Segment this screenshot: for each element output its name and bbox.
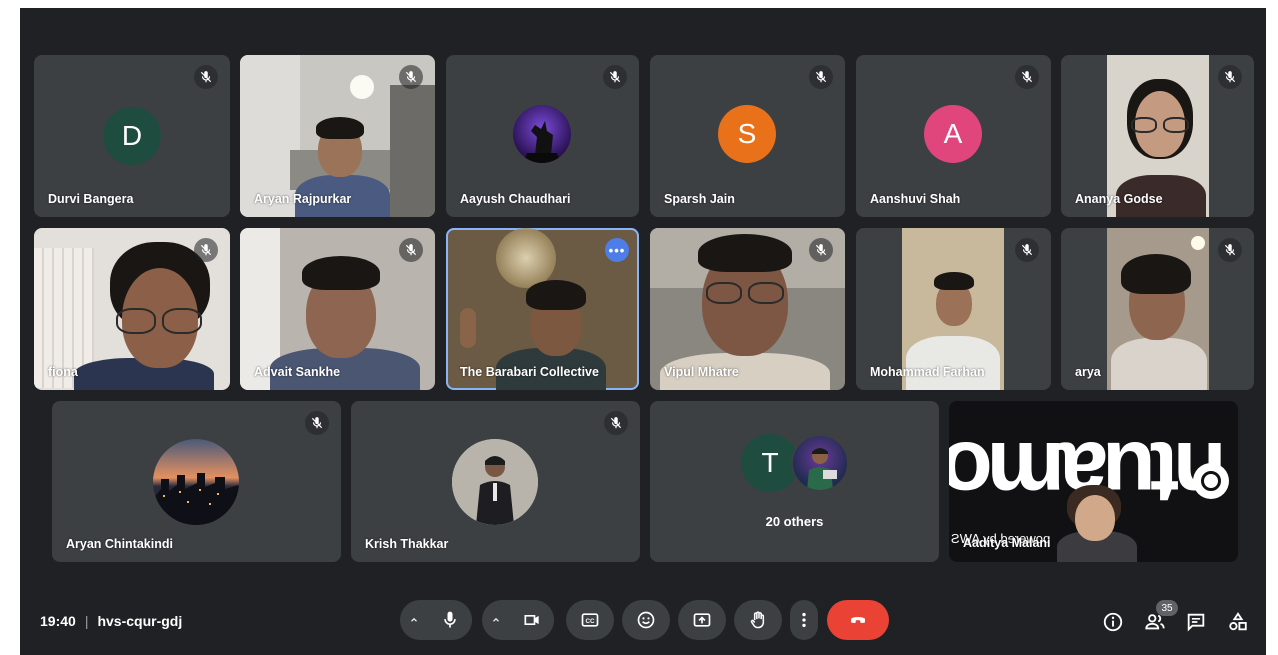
emoji-button[interactable] xyxy=(622,600,670,640)
mic-off-icon xyxy=(809,65,833,89)
mic-off-icon xyxy=(809,238,833,262)
participant-name: Vipul Mhatre xyxy=(664,365,739,379)
end-call-icon xyxy=(851,617,865,623)
more-options-icon xyxy=(802,612,806,628)
chat-icon xyxy=(1187,613,1205,632)
participant-name: Aayush Chaudhari xyxy=(460,192,571,206)
mic-off-icon xyxy=(603,65,627,89)
activities-button[interactable] xyxy=(1226,610,1250,634)
wolf-icon xyxy=(523,121,561,163)
participant-name: Mohammad Farhan xyxy=(870,365,985,379)
end-call-button[interactable] xyxy=(827,600,889,640)
mic-off-icon xyxy=(1015,238,1039,262)
others-tile[interactable]: T 20 others xyxy=(650,401,939,562)
participant-name: Sparsh Jain xyxy=(664,192,735,206)
camera-button[interactable] xyxy=(510,600,554,640)
participant-name: arya xyxy=(1075,365,1101,379)
activities-icon xyxy=(1229,612,1247,631)
participant-tile[interactable]: D Durvi Bangera xyxy=(34,55,230,217)
city-skyline-icon xyxy=(153,473,239,525)
captions-button[interactable]: CC xyxy=(566,600,614,640)
participant-tile[interactable]: arya xyxy=(1061,228,1254,390)
avatar xyxy=(513,105,571,163)
chevron-up-icon[interactable] xyxy=(400,615,428,625)
people-button[interactable] xyxy=(1143,610,1167,634)
avatar xyxy=(452,439,538,525)
mic-control xyxy=(400,600,472,640)
microphone-icon xyxy=(444,611,456,628)
avatar: D xyxy=(103,107,161,165)
more-options-icon[interactable]: ••• xyxy=(605,238,629,262)
people-icon xyxy=(1145,614,1165,630)
mic-off-icon xyxy=(1218,65,1242,89)
participant-name: The Barabari Collective xyxy=(460,365,599,379)
participant-tile-active-speaker[interactable]: ••• The Barabari Collective xyxy=(446,228,639,390)
participant-name: Ananya Godse xyxy=(1075,192,1163,206)
svg-text:CC: CC xyxy=(585,618,595,625)
meet-window: D Durvi Bangera Aryan Rajpurkar Aayush C… xyxy=(20,8,1266,655)
meeting-code[interactable]: hvs-cqur-gdj xyxy=(97,613,182,629)
participant-name: Aaditya Malani xyxy=(963,536,1051,550)
participant-name: Aryan Chintakindi xyxy=(66,537,173,551)
meeting-time: 19:40 xyxy=(40,613,76,629)
mic-off-icon xyxy=(399,65,423,89)
participant-name: Aanshuvi Shah xyxy=(870,192,961,206)
meeting-info: 19:40 | hvs-cqur-gdj xyxy=(40,613,182,629)
participant-tile[interactable]: Krish Thakkar xyxy=(351,401,640,562)
participant-name: Durvi Bangera xyxy=(48,192,134,206)
participant-name: Krish Thakkar xyxy=(365,537,449,551)
participant-tile[interactable]: A Aanshuvi Shah xyxy=(856,55,1051,217)
avatar: A xyxy=(924,105,982,163)
participant-tile[interactable]: Aayush Chaudhari xyxy=(446,55,639,217)
participant-tile[interactable]: Ananya Godse xyxy=(1061,55,1254,217)
participant-tile[interactable]: S Sparsh Jain xyxy=(650,55,845,217)
present-icon xyxy=(693,613,711,627)
emoji-icon xyxy=(637,611,655,629)
mic-off-icon xyxy=(1218,238,1242,262)
avatar xyxy=(153,439,239,525)
chat-button[interactable] xyxy=(1184,610,1208,634)
participant-tile[interactable]: Vipul Mhatre xyxy=(650,228,845,390)
mic-off-icon xyxy=(399,238,423,262)
info-icon xyxy=(1103,612,1123,632)
mic-off-icon xyxy=(194,238,218,262)
participant-name: Advait Sankhe xyxy=(254,365,341,379)
participant-tile[interactable]: Mohammad Farhan xyxy=(856,228,1051,390)
person-photo-icon xyxy=(452,439,538,525)
raise-hand-icon xyxy=(750,611,765,629)
avatar xyxy=(791,434,849,492)
mic-off-icon xyxy=(1015,65,1039,89)
chevron-up-icon[interactable] xyxy=(482,615,510,625)
person-photo-icon xyxy=(807,448,837,490)
participant-tile[interactable]: fiona xyxy=(34,228,230,390)
participant-name: Aryan Rajpurkar xyxy=(254,192,352,206)
mic-off-icon xyxy=(604,411,628,435)
control-bar: 19:40 | hvs-cqur-gdj CC 35 xyxy=(20,588,1266,655)
others-count-label: 20 others xyxy=(765,514,824,529)
separator: | xyxy=(84,613,89,629)
participant-tile[interactable]: Aryan Chintakindi xyxy=(52,401,341,562)
participant-tile[interactable]: Advait Sankhe xyxy=(240,228,435,390)
participant-name: fiona xyxy=(48,365,78,379)
camera-icon xyxy=(524,615,539,625)
raise-hand-button[interactable] xyxy=(734,600,782,640)
microphone-button[interactable] xyxy=(428,600,472,640)
info-button[interactable] xyxy=(1101,610,1125,634)
camera-control xyxy=(482,600,554,640)
participant-tile[interactable]: Aryan Rajpurkar xyxy=(240,55,435,217)
mic-off-icon xyxy=(305,411,329,435)
participant-tile-presenting[interactable]: ntuamo powered by AWS Aaditya Malani xyxy=(949,401,1238,562)
captions-icon: CC xyxy=(581,613,599,627)
avatar: S xyxy=(718,105,776,163)
present-button[interactable] xyxy=(678,600,726,640)
mic-off-icon xyxy=(194,65,218,89)
more-options-button[interactable] xyxy=(790,600,818,640)
